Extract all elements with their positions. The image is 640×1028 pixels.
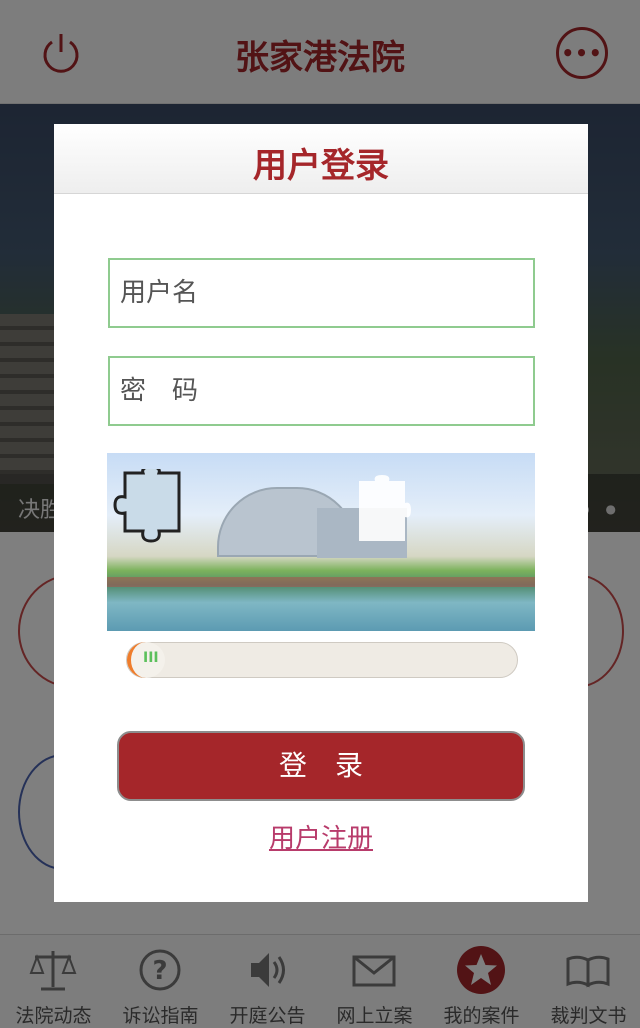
captcha-puzzle-piece[interactable] <box>107 465 187 549</box>
grip-icon: III <box>143 650 159 666</box>
login-dialog-header: 用户登录 <box>54 124 588 194</box>
captcha-target-slot <box>353 475 411 547</box>
login-dialog: 用户登录 III 登 录 用户注册 <box>54 124 588 902</box>
captcha-slider-track: III <box>126 642 518 678</box>
captcha-flowerbed <box>107 577 535 587</box>
username-input[interactable] <box>108 258 535 328</box>
login-button[interactable]: 登 录 <box>117 731 525 801</box>
captcha-slider-handle[interactable]: III <box>127 642 165 678</box>
login-title: 用户登录 <box>253 146 389 186</box>
password-input[interactable] <box>108 356 535 426</box>
register-link[interactable]: 用户注册 <box>54 818 588 855</box>
captcha-image <box>107 453 535 631</box>
